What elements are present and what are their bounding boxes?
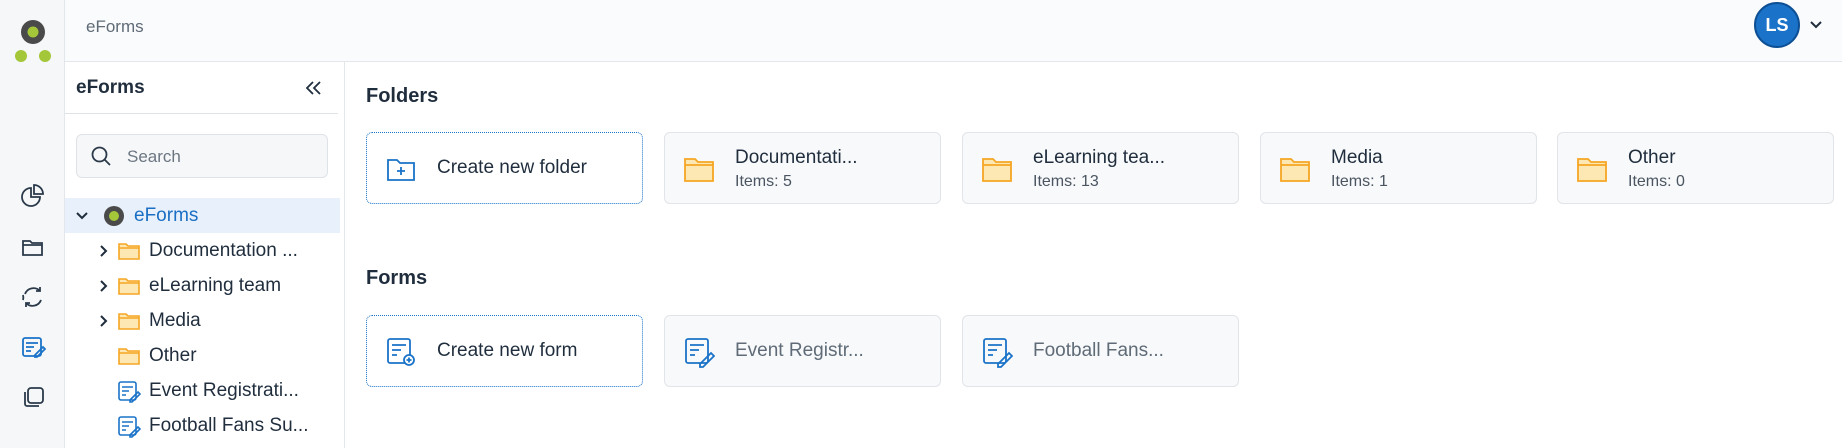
rail-item-eforms[interactable]	[0, 324, 67, 370]
breadcrumb: eForms	[86, 17, 144, 36]
folders-section-title: Folders	[366, 85, 439, 107]
create-folder-label: Create new folder	[437, 157, 587, 178]
collapse-sidebar-icon[interactable]	[301, 76, 325, 100]
chevron-down-icon[interactable]	[74, 208, 90, 224]
eforms-logo-icon	[104, 205, 124, 226]
search-box	[76, 134, 328, 178]
eforms-icon	[21, 337, 46, 358]
sync-icon	[21, 287, 42, 307]
chevron-right-icon[interactable]	[95, 243, 111, 259]
create-form-label: Create new form	[437, 340, 578, 361]
form-card-football-fans[interactable]: Football Fans...	[962, 315, 1239, 387]
folder-count: Items: 1	[1331, 173, 1388, 190]
rail-item-folders[interactable]	[0, 224, 65, 270]
tree-sidebar: eForms eForms Docum	[65, 62, 345, 448]
tree-item-label: Event Registrati...	[149, 379, 299, 401]
form-card-event-registration[interactable]: Event Registr...	[664, 315, 941, 387]
create-form-button[interactable]: Create new form	[366, 315, 643, 387]
tree-item-media[interactable]: Media	[65, 303, 340, 338]
tree-item-other[interactable]: Other	[65, 338, 340, 373]
forms-section-title: Forms	[366, 267, 428, 289]
copy-icon	[23, 387, 44, 407]
folder-card-documentation[interactable]: Documentati... Items: 5	[664, 132, 941, 204]
rail-item-sync[interactable]	[0, 274, 65, 320]
folder-icon	[684, 158, 714, 182]
folder-icon	[118, 347, 140, 365]
create-folder-button[interactable]: Create new folder	[366, 132, 643, 204]
folder-name: Other	[1628, 147, 1676, 168]
form-icon	[118, 415, 141, 438]
tree-item-elearning-team[interactable]: eLearning team	[65, 268, 340, 303]
folder-card-elearning-team[interactable]: eLearning tea... Items: 13	[962, 132, 1239, 204]
folder-icon	[1280, 158, 1310, 182]
folder-icon	[118, 277, 140, 295]
folder-icon	[1577, 158, 1607, 182]
search-input[interactable]	[125, 143, 319, 171]
form-icon	[685, 338, 715, 368]
form-icon	[118, 380, 141, 403]
tree-item-label: eForms	[134, 204, 199, 226]
folder-name: Media	[1331, 147, 1383, 168]
user-avatar[interactable]: LS	[1754, 2, 1800, 48]
analytics-icon	[20, 184, 44, 207]
folder-card-other[interactable]: Other Items: 0	[1557, 132, 1834, 204]
folder-count: Items: 0	[1628, 173, 1685, 190]
tree-item-label: Documentation ...	[149, 239, 298, 261]
nav-rail	[0, 0, 67, 448]
app-logo-icon[interactable]	[10, 16, 56, 66]
tree-item-event-registration[interactable]: Event Registrati...	[65, 373, 340, 408]
tree-item-label: Football Fans Su...	[149, 414, 309, 436]
tree-item-football-fans[interactable]: Football Fans Su...	[65, 408, 340, 443]
tree-item-label: eLearning team	[149, 274, 282, 296]
form-icon	[983, 338, 1013, 368]
folder-name: eLearning tea...	[1033, 147, 1166, 168]
rail-item-copy[interactable]	[0, 374, 65, 420]
chevron-right-icon[interactable]	[95, 278, 111, 294]
tree-item-eforms-root[interactable]: eForms	[65, 198, 340, 233]
folder-card-media[interactable]: Media Items: 1	[1260, 132, 1537, 204]
tree-item-label: Other	[149, 344, 197, 366]
app-root: eForms LS eForms Search eForms Documenta…	[0, 0, 1842, 448]
main-content: Folders Create new folder Documentati...…	[345, 62, 1842, 448]
top-bar: eForms LS	[65, 0, 1842, 62]
folder-count: Items: 13	[1033, 173, 1099, 190]
folder-icon	[118, 242, 140, 260]
folder-icon	[118, 312, 140, 330]
folder-add-icon	[387, 159, 415, 181]
tree-item-documentation[interactable]: Documentation ...	[65, 233, 340, 268]
chevron-right-icon[interactable]	[95, 313, 111, 329]
search-icon	[91, 146, 111, 166]
tree-title: eForms	[76, 77, 145, 98]
form-add-icon	[387, 338, 415, 366]
form-name: Football Fans...	[1033, 340, 1164, 361]
chevron-down-icon[interactable]	[1807, 16, 1825, 34]
rail-item-analytics[interactable]	[0, 173, 65, 219]
folder-count: Items: 5	[735, 173, 792, 190]
folder-icon	[21, 240, 43, 256]
folder-icon	[982, 158, 1012, 182]
folder-name: Documentati...	[735, 147, 858, 168]
tree-header: eForms	[65, 62, 338, 114]
tree-item-label: Media	[149, 309, 201, 331]
form-name: Event Registr...	[735, 340, 864, 361]
